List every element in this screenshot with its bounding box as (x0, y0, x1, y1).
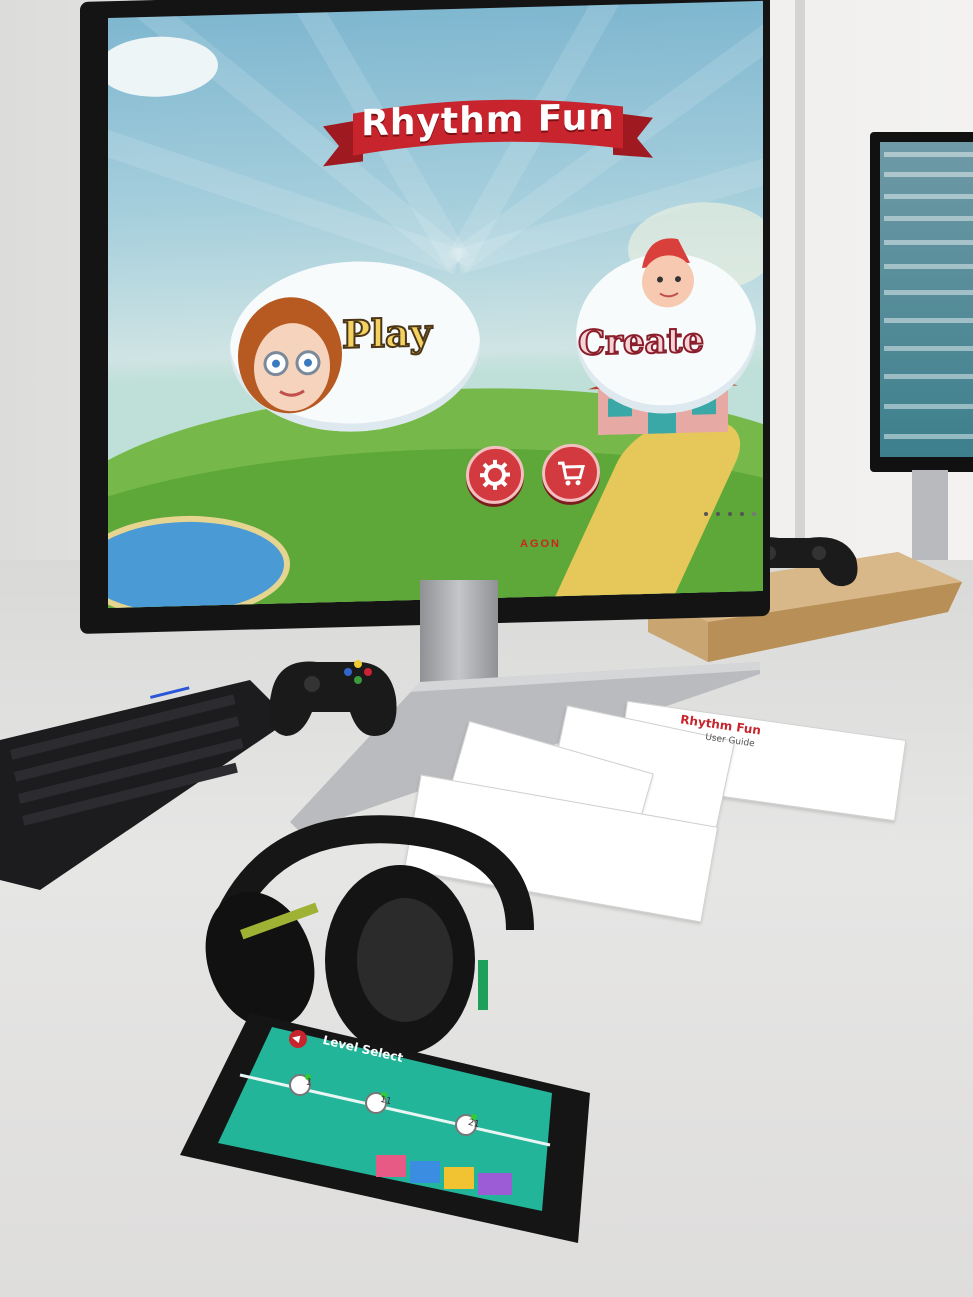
kid-character (642, 238, 694, 308)
smartphone[interactable] (180, 1005, 600, 1245)
monitor-buttons (704, 512, 756, 516)
sky-cloud (108, 35, 218, 99)
shopping-cart-icon (558, 461, 585, 486)
second-monitor-screen (880, 142, 973, 457)
game-title: Rhythm Fun (361, 96, 615, 145)
gear-icon (480, 459, 510, 490)
monitor-brand-logo: AGON (520, 538, 561, 550)
create-label[interactable]: Create (577, 319, 705, 364)
teacher-character (238, 297, 342, 414)
game-controller-left (269, 660, 397, 736)
game-screen: Rhythm Fun Play Create (108, 0, 763, 609)
play-label[interactable]: Play (341, 309, 433, 358)
wall-seam (795, 0, 805, 600)
second-monitor-stand (912, 470, 948, 560)
